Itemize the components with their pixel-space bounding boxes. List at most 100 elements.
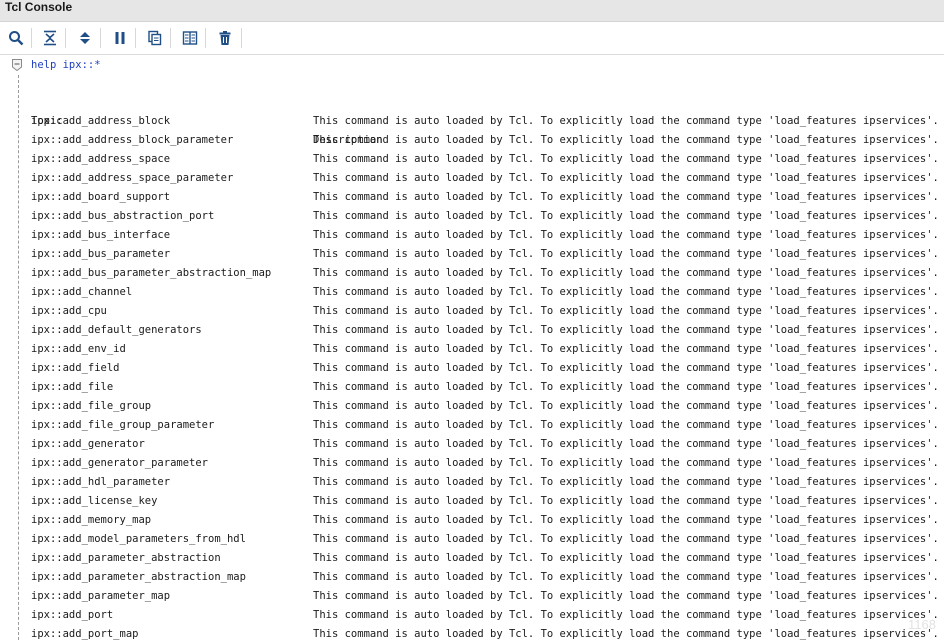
table-row: ipx::add_memory_map This command is auto …	[0, 511, 944, 530]
window-title: Tcl Console	[5, 0, 73, 14]
table-row: ipx::add_bus_parameter This command is au…	[0, 245, 944, 264]
search-icon	[9, 31, 24, 46]
row-topic: ipx::add_field	[31, 362, 120, 374]
table-row: ipx::add_field This command is auto loade…	[0, 359, 944, 378]
collapse-all-icon	[44, 30, 56, 46]
row-description: This command is auto loaded by Tcl. To e…	[313, 134, 939, 146]
row-topic: ipx::add_address_block	[31, 115, 171, 127]
pause-button[interactable]	[108, 26, 132, 50]
row-description: This command is auto loaded by Tcl. To e…	[313, 381, 939, 393]
collapse-all-button[interactable]	[38, 26, 62, 50]
row-topic: ipx::add_bus_abstraction_port	[31, 210, 215, 222]
clear-button[interactable]	[213, 26, 237, 50]
row-topic: ipx::add_channel	[31, 286, 133, 298]
row-topic: ipx::add_board_support	[31, 191, 171, 203]
row-description: This command is auto loaded by Tcl. To e…	[313, 533, 939, 545]
copy-icon	[148, 30, 162, 46]
row-description: This command is auto loaded by Tcl. To e…	[313, 324, 939, 336]
row-description: This command is auto loaded by Tcl. To e…	[313, 343, 939, 355]
row-description: This command is auto loaded by Tcl. To e…	[313, 590, 939, 602]
table-row: ipx::add_license_key This command is auto…	[0, 492, 944, 511]
row-topic: ipx::add_cpu	[31, 305, 107, 317]
table-row: ipx::add_bus_interface This command is au…	[0, 226, 944, 245]
row-topic: ipx::add_env_id	[31, 343, 126, 355]
table-row: ipx::add_port This command is auto loaded…	[0, 606, 944, 625]
row-description: This command is auto loaded by Tcl. To e…	[313, 305, 939, 317]
table-row: ipx::add_parameter_map This command is au…	[0, 587, 944, 606]
table-row: ipx::add_env_id This command is auto load…	[0, 340, 944, 359]
table-row: ipx::add_file This command is auto loaded…	[0, 378, 944, 397]
pause-icon	[115, 32, 125, 44]
table-row: ipx::add_port_map This command is auto lo…	[0, 625, 944, 640]
row-description: This command is auto loaded by Tcl. To e…	[313, 362, 939, 374]
table-row: ipx::add_address_space_parameter This com…	[0, 169, 944, 188]
row-description: This command is auto loaded by Tcl. To e…	[313, 229, 939, 241]
table-row: ipx::add_bus_abstraction_port This comman…	[0, 207, 944, 226]
row-description: This command is auto loaded by Tcl. To e…	[313, 419, 939, 431]
table-row: ipx::add_file_group This command is auto …	[0, 397, 944, 416]
toolbar	[0, 22, 944, 55]
fold-toggle-icon[interactable]	[12, 59, 22, 71]
row-topic: ipx::add_generator	[31, 438, 145, 450]
table-row: ipx::add_generator_parameter This command…	[0, 454, 944, 473]
row-description: This command is auto loaded by Tcl. To e…	[313, 210, 939, 222]
row-description: This command is auto loaded by Tcl. To e…	[313, 552, 939, 564]
row-topic: ipx::add_license_key	[31, 495, 158, 507]
row-topic: ipx::add_address_space_parameter	[31, 172, 234, 184]
row-topic: ipx::add_hdl_parameter	[31, 476, 171, 488]
row-topic: ipx::add_bus_parameter	[31, 248, 171, 260]
row-topic: ipx::add_parameter_map	[31, 590, 171, 602]
row-description: This command is auto loaded by Tcl. To e…	[313, 514, 939, 526]
row-description: This command is auto loaded by Tcl. To e…	[313, 115, 939, 127]
row-topic: ipx::add_default_generators	[31, 324, 202, 336]
row-topic: ipx::add_address_block_parameter	[31, 134, 234, 146]
row-topic: ipx::add_port_map	[31, 628, 139, 640]
row-description: This command is auto loaded by Tcl. To e…	[313, 400, 939, 412]
columns-button[interactable]	[178, 26, 202, 50]
row-description: This command is auto loaded by Tcl. To e…	[313, 248, 939, 260]
row-topic: ipx::add_port	[31, 609, 114, 621]
console-titlebar: Tcl Console	[0, 0, 944, 22]
help-table-header: Topic Description	[0, 93, 944, 146]
row-description: This command is auto loaded by Tcl. To e…	[313, 153, 939, 165]
row-topic: ipx::add_bus_parameter_abstraction_map	[31, 267, 272, 279]
row-description: This command is auto loaded by Tcl. To e…	[313, 457, 939, 469]
expand-all-button[interactable]	[73, 26, 97, 50]
row-topic: ipx::add_bus_interface	[31, 229, 171, 241]
row-description: This command is auto loaded by Tcl. To e…	[313, 628, 939, 640]
row-topic: ipx::add_address_space	[31, 153, 171, 165]
command-line: help ipx::*	[31, 59, 101, 71]
row-description: This command is auto loaded by Tcl. To e…	[313, 495, 939, 507]
row-topic: ipx::add_generator_parameter	[31, 457, 209, 469]
console-output[interactable]: help ipx::* Topic Description ipx::add_a…	[0, 55, 944, 640]
table-row: ipx::add_board_support This command is au…	[0, 188, 944, 207]
columns-icon	[182, 31, 198, 45]
table-row: ipx::add_address_block_parameter This com…	[0, 131, 944, 150]
row-topic: ipx::add_model_parameters_from_hdl	[31, 533, 246, 545]
search-button[interactable]	[4, 26, 28, 50]
table-row: ipx::add_model_parameters_from_hdl This c…	[0, 530, 944, 549]
row-description: This command is auto loaded by Tcl. To e…	[313, 172, 939, 184]
row-description: This command is auto loaded by Tcl. To e…	[313, 476, 939, 488]
row-description: This command is auto loaded by Tcl. To e…	[313, 286, 939, 298]
row-topic: ipx::add_file_group	[31, 400, 152, 412]
table-row: ipx::add_generator This command is auto l…	[0, 435, 944, 454]
row-topic: ipx::add_memory_map	[31, 514, 152, 526]
row-description: This command is auto loaded by Tcl. To e…	[313, 571, 939, 583]
table-row: ipx::add_cpu This command is auto loaded …	[0, 302, 944, 321]
table-row: ipx::add_parameter_abstraction This comma…	[0, 549, 944, 568]
table-row: ipx::add_file_group_parameter This comman…	[0, 416, 944, 435]
table-row: ipx::add_parameter_abstraction_map This c…	[0, 568, 944, 587]
row-topic: ipx::add_parameter_abstraction	[31, 552, 221, 564]
table-row: ipx::add_bus_parameter_abstraction_map Th…	[0, 264, 944, 283]
watermark: 1168	[908, 617, 936, 632]
row-topic: ipx::add_file	[31, 381, 114, 393]
table-row: ipx::add_hdl_parameter This command is au…	[0, 473, 944, 492]
table-row: ipx::add_address_space This command is au…	[0, 150, 944, 169]
copy-button[interactable]	[143, 26, 167, 50]
row-description: This command is auto loaded by Tcl. To e…	[313, 191, 939, 203]
table-row: ipx::add_default_generators This command …	[0, 321, 944, 340]
row-description: This command is auto loaded by Tcl. To e…	[313, 609, 939, 621]
row-description: This command is auto loaded by Tcl. To e…	[313, 438, 939, 450]
row-topic: ipx::add_file_group_parameter	[31, 419, 215, 431]
